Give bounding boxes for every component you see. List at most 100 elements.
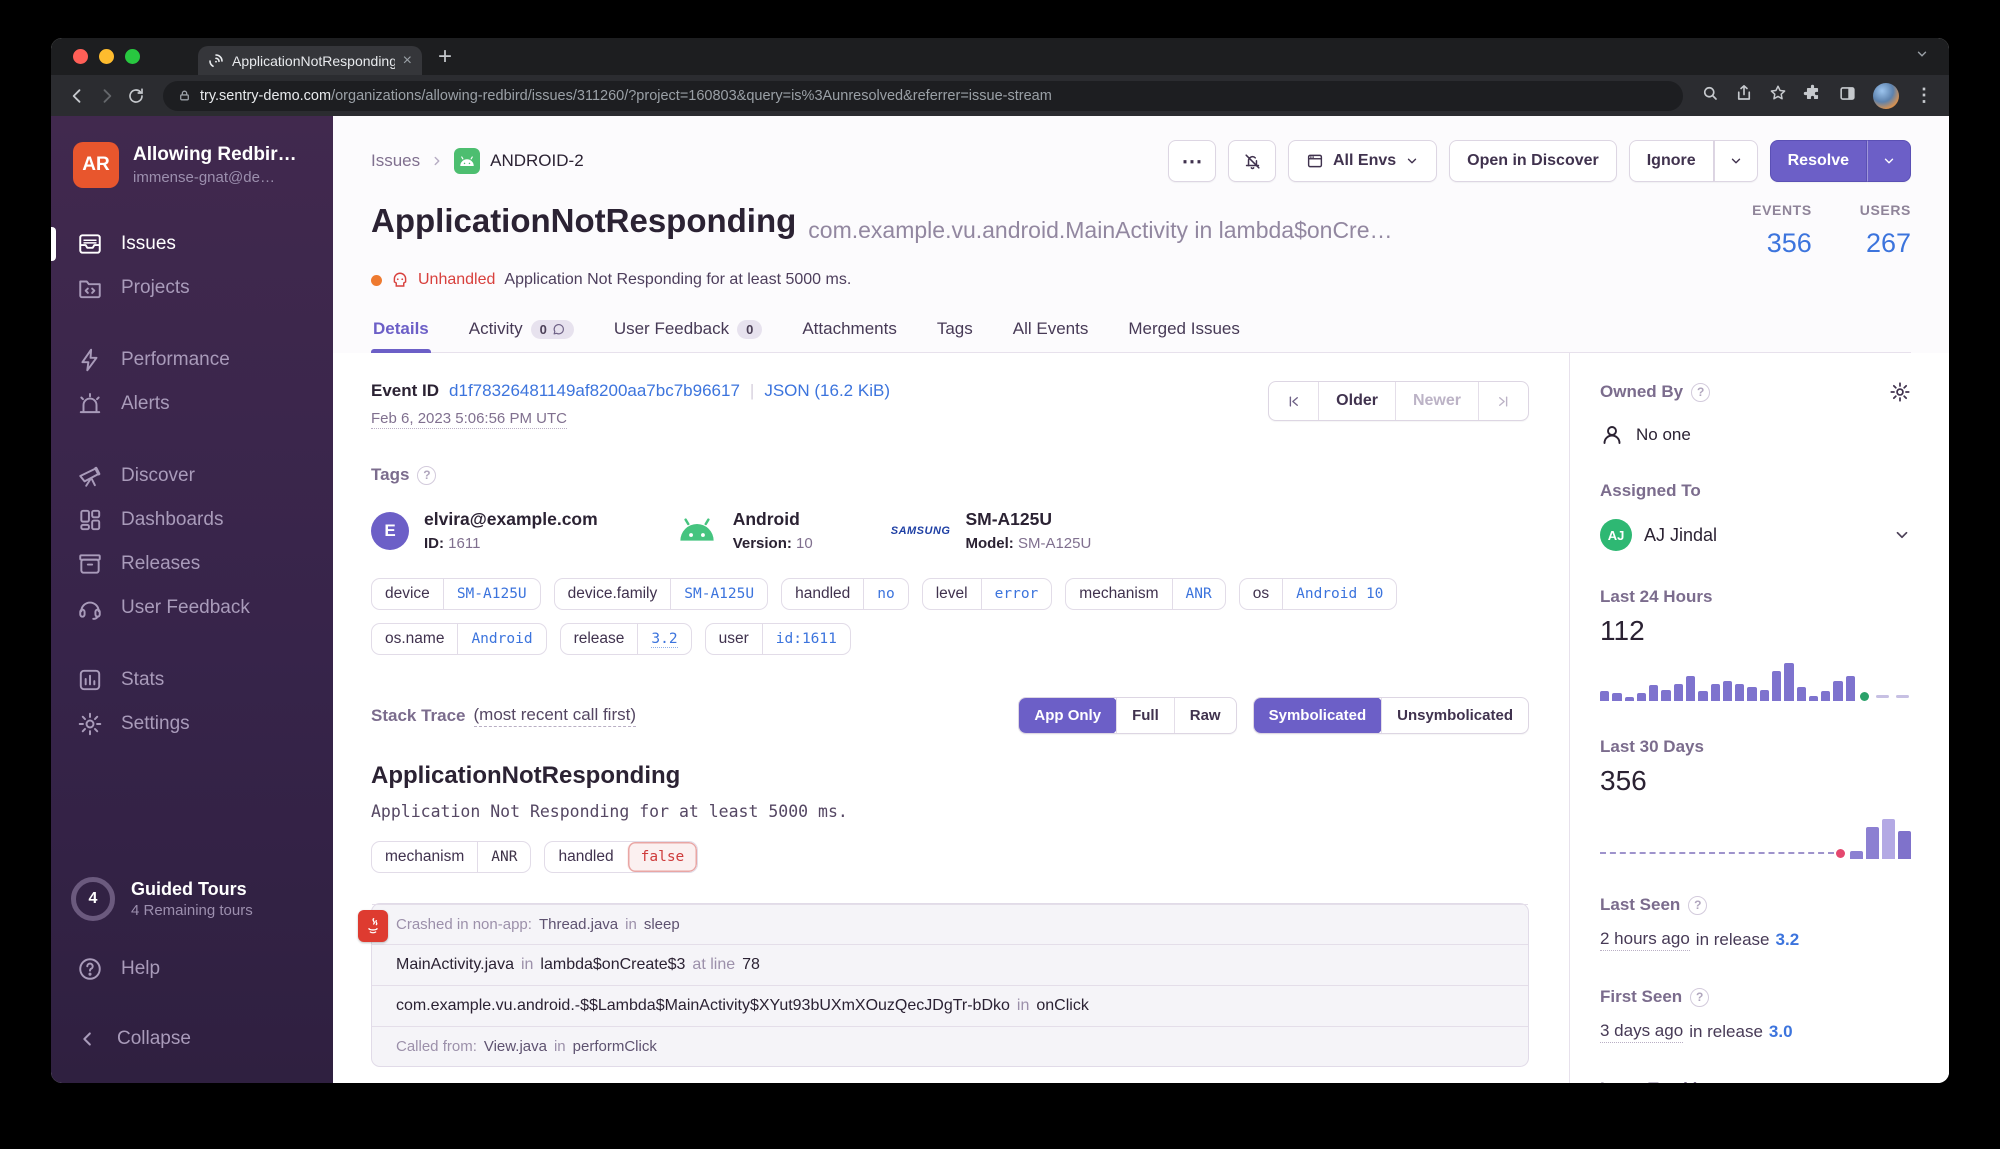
open-in-discover-button[interactable]: Open in Discover: [1449, 140, 1617, 182]
guided-tours[interactable]: 4 Guided Tours 4 Remaining tours: [51, 873, 333, 925]
os-context[interactable]: Android Version: 10: [676, 509, 813, 552]
event-id-link[interactable]: d1f78326481149af8200aa7bc7b96617: [449, 381, 740, 401]
breadcrumb-issues-link[interactable]: Issues: [371, 151, 420, 171]
side-panel-icon[interactable]: [1838, 84, 1857, 108]
url-bar[interactable]: try.sentry-demo.com/organizations/allowi…: [163, 81, 1683, 111]
mechanism-pill[interactable]: mechanismANR: [371, 841, 531, 873]
json-download-link[interactable]: JSON (16.2 KiB): [764, 381, 890, 401]
device-context[interactable]: SAMSUNG SM-A125U Model: SM-A125U: [891, 509, 1092, 552]
tab-attachments[interactable]: Attachments: [800, 309, 899, 352]
tag-key: os.name: [372, 624, 457, 654]
frame-file: Thread.java: [539, 916, 618, 933]
os-name: Android: [733, 509, 813, 530]
help-circle-icon[interactable]: [1690, 988, 1709, 1007]
org-switcher[interactable]: AR Allowing Redbir… immense-gnat@de…: [51, 142, 333, 188]
last-seen-release-link[interactable]: 3.2: [1776, 930, 1800, 950]
ownership-settings-button[interactable]: [1889, 381, 1911, 403]
stack-frame[interactable]: MainActivity.java in lambda$onCreate$3 a…: [372, 944, 1528, 985]
ignore-dropdown-button[interactable]: [1714, 140, 1758, 182]
back-icon[interactable]: [67, 86, 87, 106]
assignee-selector[interactable]: AJ AJ Jindal: [1600, 519, 1911, 551]
last-seen-time[interactable]: 2 hours ago: [1600, 929, 1690, 951]
sidebar-item-projects[interactable]: Projects: [51, 266, 333, 310]
older-event-button[interactable]: Older: [1318, 382, 1395, 420]
sidebar-item-releases[interactable]: Releases: [51, 542, 333, 586]
tag-pill[interactable]: release3.2: [560, 623, 692, 655]
sidebar-collapse[interactable]: Collapse: [51, 1019, 333, 1059]
stack-frame[interactable]: Crashed in non-app: Thread.java in sleep: [372, 904, 1528, 944]
stack-frame[interactable]: com.example.vu.android.-$$Lambda$MainAct…: [372, 985, 1528, 1026]
tab-user-feedback[interactable]: User Feedback 0: [612, 309, 765, 352]
sidebar-item-user-feedback[interactable]: User Feedback: [51, 586, 333, 630]
stack-frame[interactable]: Called from: View.java in performClick: [372, 1026, 1528, 1066]
full-toggle[interactable]: Full: [1116, 698, 1174, 733]
new-tab-button[interactable]: [438, 43, 452, 71]
app-only-toggle[interactable]: App Only: [1018, 697, 1117, 734]
profile-avatar[interactable]: [1873, 83, 1899, 109]
zoom-icon[interactable]: [1701, 84, 1719, 107]
owned-by-label-row: Owned By: [1600, 382, 1710, 402]
tab-merged-issues[interactable]: Merged Issues: [1126, 309, 1242, 352]
forward-icon[interactable]: [97, 86, 117, 106]
ignore-button[interactable]: Ignore: [1629, 140, 1714, 182]
share-icon[interactable]: [1735, 84, 1753, 107]
maximize-window-button[interactable]: [125, 49, 140, 64]
tag-value-release-link[interactable]: 3.2: [651, 631, 677, 648]
sidebar-item-stats[interactable]: Stats: [51, 658, 333, 702]
breadcrumb-project[interactable]: ANDROID-2: [490, 151, 584, 171]
last-24h-chart[interactable]: [1600, 663, 1911, 701]
tag-pill[interactable]: handledno: [781, 578, 909, 610]
help-circle-icon[interactable]: [1688, 896, 1707, 915]
tab-search-chevron-icon[interactable]: [1915, 47, 1929, 66]
sidebar-item-performance[interactable]: Performance: [51, 338, 333, 382]
bookmark-star-icon[interactable]: [1769, 84, 1787, 107]
sidebar-item-settings[interactable]: Settings: [51, 702, 333, 746]
sidebar-item-issues[interactable]: Issues: [51, 222, 333, 266]
help-circle-icon[interactable]: [417, 466, 436, 485]
tag-pill[interactable]: osAndroid 10: [1239, 578, 1398, 610]
events-count[interactable]: 356: [1752, 228, 1812, 259]
users-count[interactable]: 267: [1860, 228, 1911, 259]
event-timestamp[interactable]: Feb 6, 2023 5:06:56 PM UTC: [371, 410, 567, 429]
help-circle-icon[interactable]: [1691, 383, 1710, 402]
mute-alerts-button[interactable]: [1228, 140, 1276, 182]
sidebar-item-dashboards[interactable]: Dashboards: [51, 498, 333, 542]
tag-pill[interactable]: mechanismANR: [1065, 578, 1225, 610]
first-seen-release-link[interactable]: 3.0: [1769, 1022, 1793, 1042]
last-30d-chart[interactable]: [1600, 815, 1911, 859]
skip-to-latest-button[interactable]: [1478, 382, 1528, 420]
unsymbolicated-toggle[interactable]: Unsymbolicated: [1381, 698, 1528, 733]
symbolicated-toggle[interactable]: Symbolicated: [1253, 697, 1383, 734]
environment-selector[interactable]: All Envs: [1288, 140, 1437, 182]
stack-trace-hint[interactable]: (most recent call first): [474, 705, 636, 727]
raw-toggle[interactable]: Raw: [1174, 698, 1236, 733]
more-actions-button[interactable]: [1168, 140, 1216, 182]
tab-activity[interactable]: Activity 0: [467, 309, 576, 352]
tag-pill[interactable]: levelerror: [922, 578, 1053, 610]
sidebar-item-discover[interactable]: Discover: [51, 454, 333, 498]
tab-close-icon[interactable]: [403, 52, 412, 70]
tab-tags[interactable]: Tags: [935, 309, 975, 352]
browser-tab[interactable]: ApplicationNotResponding: Ap: [198, 46, 422, 75]
resolve-button[interactable]: Resolve: [1770, 140, 1867, 182]
tab-all-events[interactable]: All Events: [1011, 309, 1091, 352]
alerts-icon: [77, 391, 103, 417]
oldest-event-button[interactable]: [1269, 382, 1318, 420]
sidebar-item-help[interactable]: Help: [51, 947, 333, 991]
tag-pill[interactable]: os.nameAndroid: [371, 623, 547, 655]
reload-icon[interactable]: [127, 87, 145, 105]
tag-pill[interactable]: device.familySM-A125U: [554, 578, 768, 610]
newer-event-button[interactable]: Newer: [1395, 382, 1478, 420]
tab-details[interactable]: Details: [371, 309, 431, 352]
minimize-window-button[interactable]: [99, 49, 114, 64]
handled-pill[interactable]: handledfalse: [544, 841, 698, 873]
first-seen-time[interactable]: 3 days ago: [1600, 1021, 1683, 1043]
resolve-dropdown-button[interactable]: [1867, 140, 1911, 182]
tag-pill[interactable]: deviceSM-A125U: [371, 578, 541, 610]
sidebar-item-alerts[interactable]: Alerts: [51, 382, 333, 426]
close-window-button[interactable]: [73, 49, 88, 64]
tag-pill[interactable]: userid:1611: [705, 623, 851, 655]
user-context[interactable]: E elvira@example.com ID: 1611: [371, 509, 598, 552]
browser-menu-icon[interactable]: [1915, 85, 1933, 106]
extensions-puzzle-icon[interactable]: [1803, 84, 1822, 108]
